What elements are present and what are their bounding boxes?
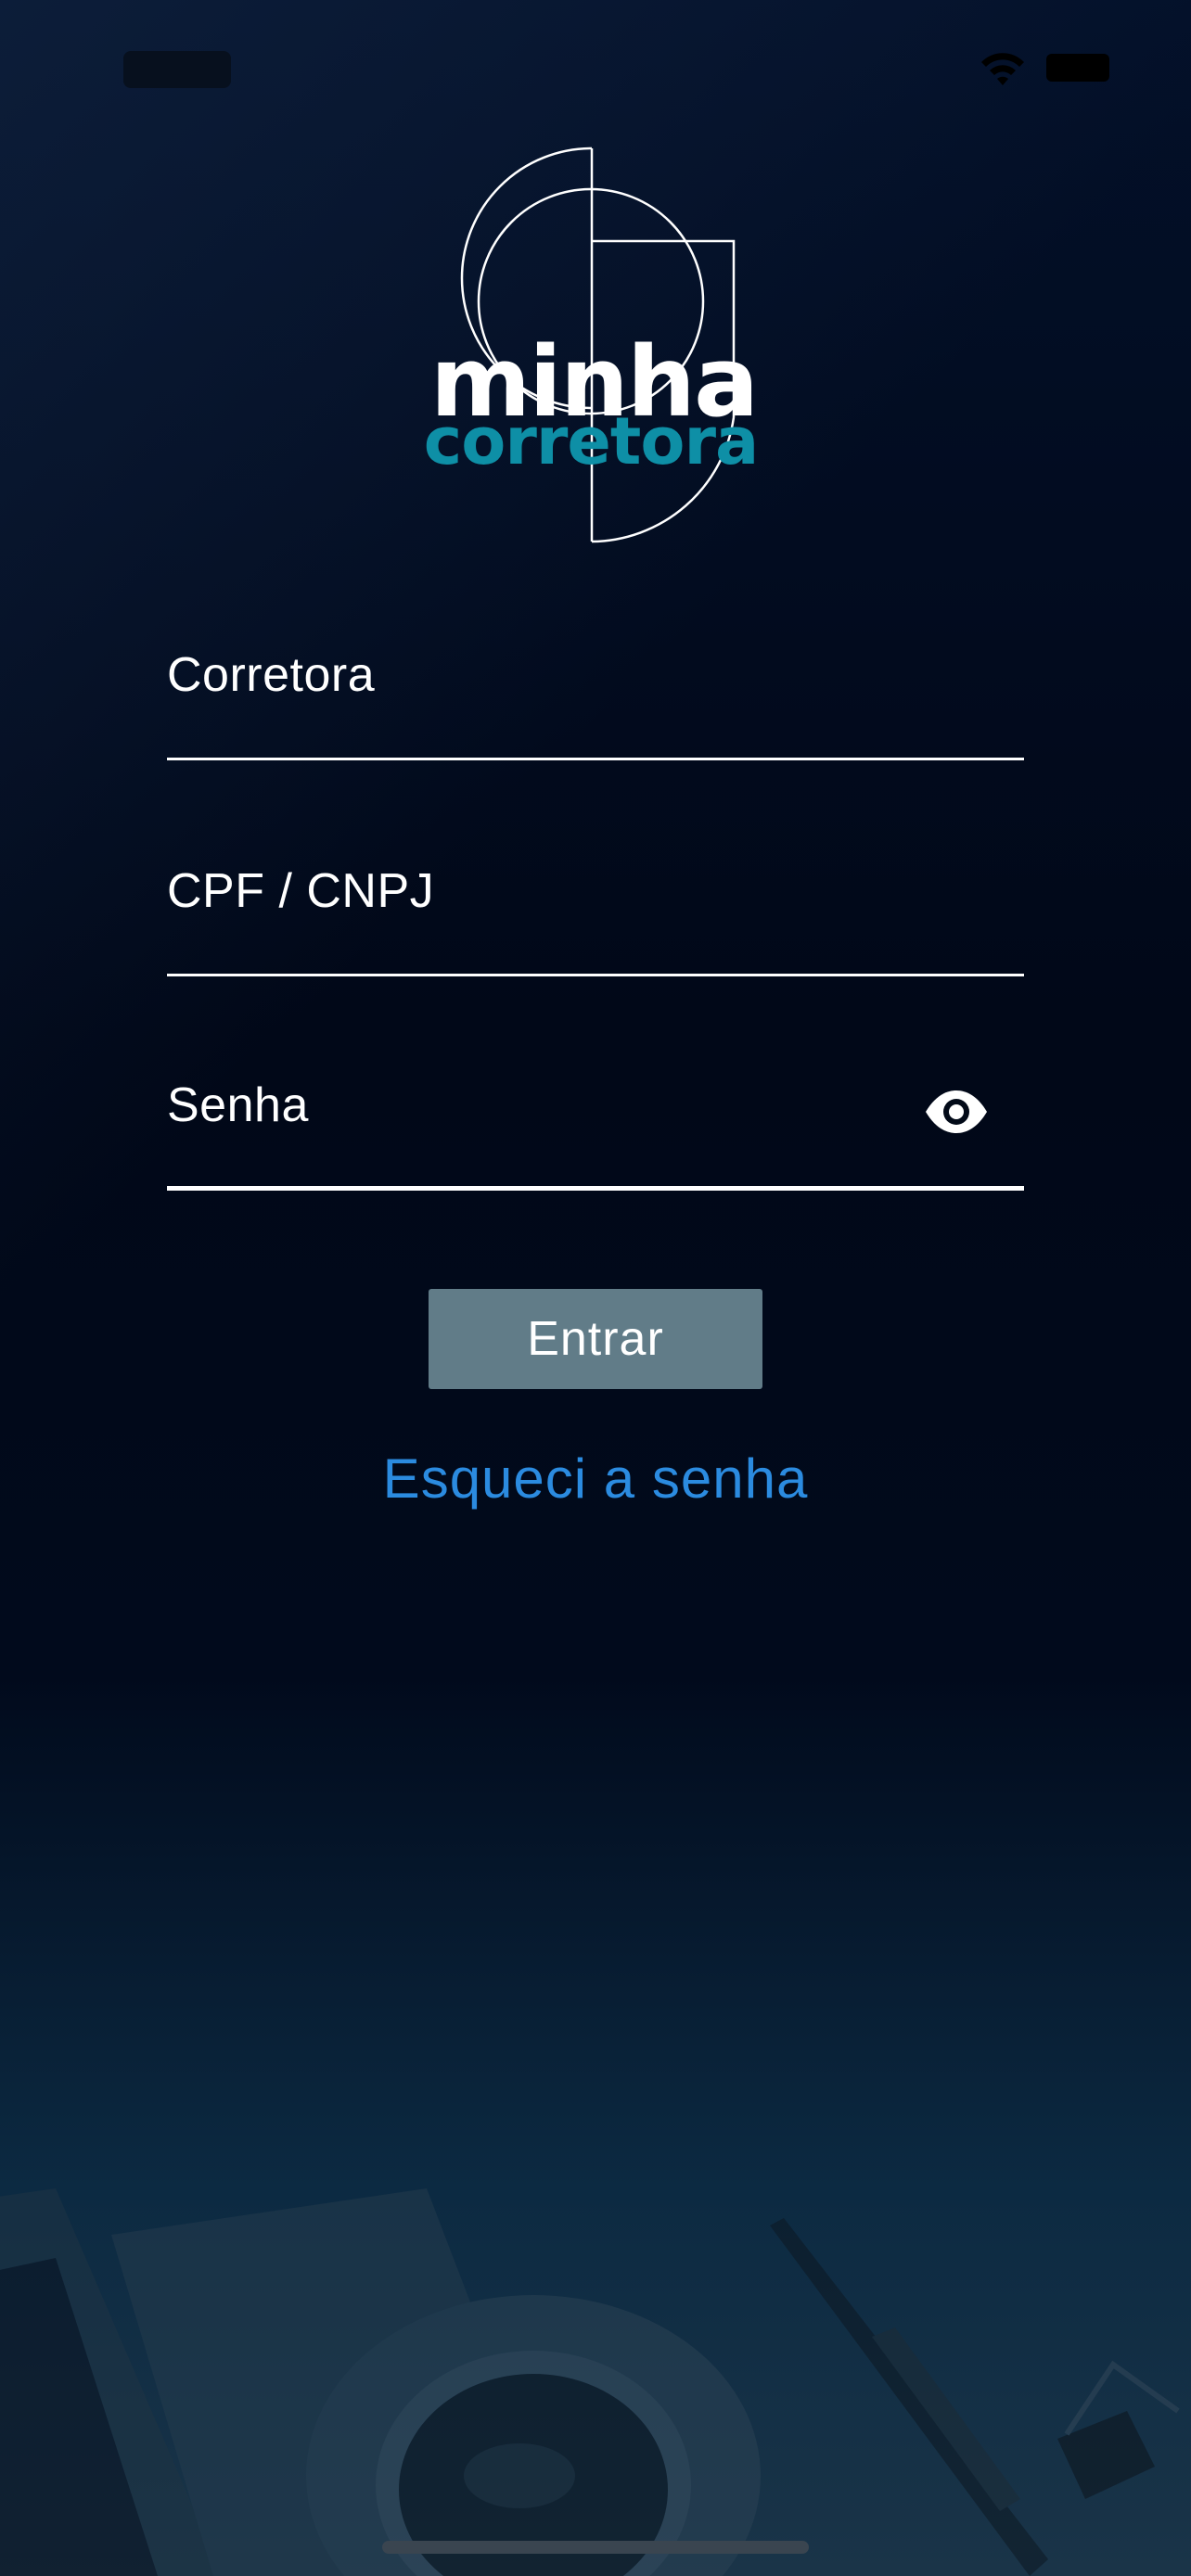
document-field-label: CPF / CNPJ bbox=[167, 864, 435, 918]
password-field-underline bbox=[167, 1186, 1024, 1191]
broker-field-label: Corretora bbox=[167, 648, 376, 702]
brand-logo: minha corretora bbox=[408, 139, 779, 547]
broker-field[interactable]: Corretora bbox=[167, 648, 1024, 760]
status-bar bbox=[0, 0, 1191, 130]
wifi-icon bbox=[981, 53, 1024, 85]
password-field[interactable]: Senha bbox=[167, 1078, 1024, 1191]
login-button[interactable]: Entrar bbox=[429, 1289, 762, 1389]
battery-icon bbox=[1046, 54, 1109, 82]
password-field-label: Senha bbox=[167, 1078, 309, 1132]
broker-field-underline bbox=[167, 758, 1024, 760]
home-indicator bbox=[382, 2541, 809, 2554]
forgot-password-link[interactable]: Esqueci a senha bbox=[0, 1447, 1191, 1511]
desk-background-image bbox=[0, 2188, 1180, 2576]
document-field-underline bbox=[167, 974, 1024, 976]
logo-line2: corretora bbox=[424, 403, 758, 479]
document-field[interactable]: CPF / CNPJ bbox=[167, 864, 1024, 976]
status-time bbox=[123, 51, 231, 88]
login-screen: minha corretora Corretora CPF / CNPJ Sen… bbox=[0, 0, 1191, 2576]
eye-icon[interactable] bbox=[924, 1089, 989, 1135]
